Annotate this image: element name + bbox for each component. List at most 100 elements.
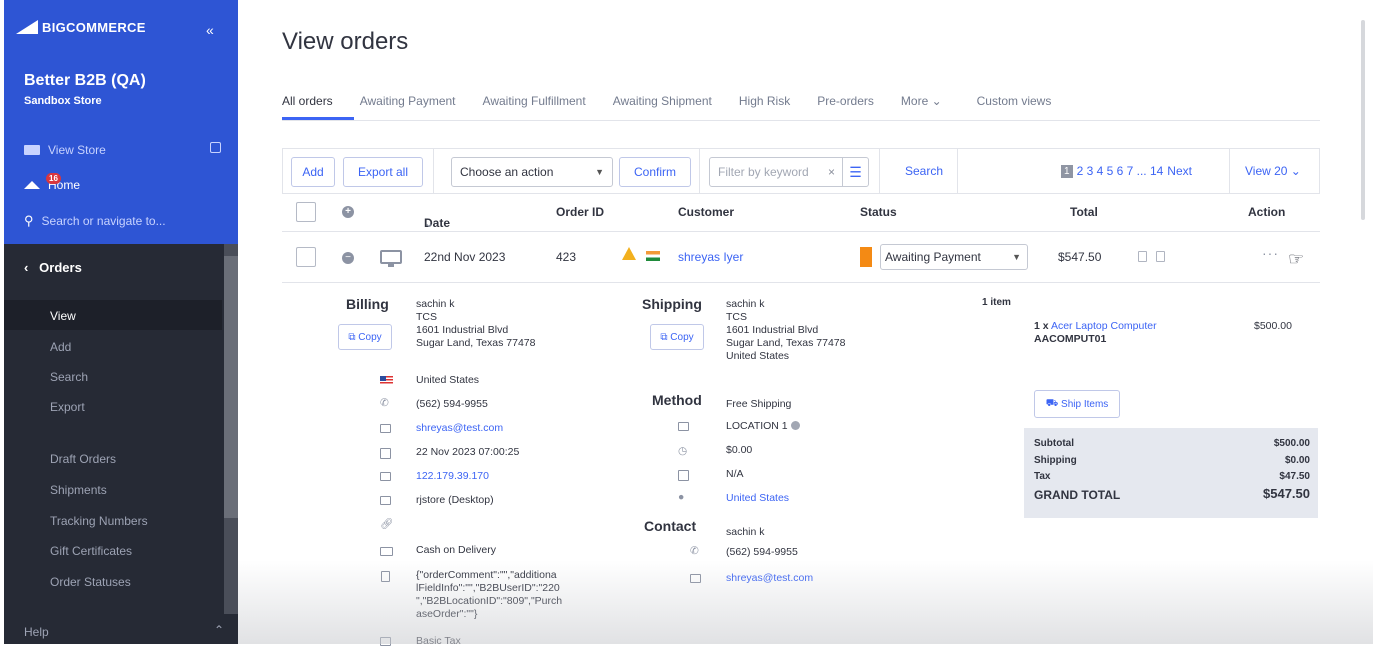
tab-pre-orders[interactable]: Pre-orders [817,94,874,108]
copy-billing-button[interactable]: ⧉ Copy [338,324,392,350]
pagination: 1 2 3 4 5 6 7 ... 14 Next [1061,164,1192,178]
notification-badge: 16 [46,173,61,184]
ship-items-label: Ship Items [1061,398,1109,410]
sidebar: BIGCOMMERCE « Better B2B (QA) Sandbox St… [4,0,238,644]
back-chevron-icon: ‹ [24,260,40,275]
contact-phone: (562) 594-9955 [726,546,798,558]
view-store-link[interactable]: View Store [24,143,106,157]
chevron-down-icon: ▼ [595,167,604,177]
order-meta-1: {"orderComment":"","additiona [416,569,557,581]
external-link-icon[interactable] [210,142,221,153]
bulk-action-select[interactable]: Choose an action ▼ [451,157,613,187]
page-title: View orders [282,28,409,55]
order-status-value: Awaiting Payment [885,250,981,264]
customer-link[interactable]: shreyas Iyer [678,250,743,264]
filter-icon[interactable]: ☰ [842,158,868,186]
help-link[interactable]: Help [24,625,49,639]
ip-monitor-icon [380,472,391,481]
customer-ip[interactable]: 122.179.39.170 [416,470,489,483]
clipboard-icon [381,571,390,582]
sidebar-item-draft-orders[interactable]: Draft Orders [50,452,116,466]
toolbar-divider [699,149,700,193]
sidebar-item-gift-certificates[interactable]: Gift Certificates [50,544,132,558]
order-meta-3: ","B2BLocationID":"809","Purch [416,595,563,607]
order-date: 22nd Nov 2023 [424,250,506,264]
calendar-icon [380,448,391,459]
billing-email[interactable]: shreyas@test.com [416,422,503,435]
bigcommerce-logo[interactable]: BIGCOMMERCE [16,20,146,35]
billing-city: Sugar Land, Texas 77478 [416,337,536,349]
confirm-button[interactable]: Confirm [619,157,691,187]
select-all-checkbox[interactable] [296,202,316,222]
global-search-input[interactable]: Search or navigate to... [42,214,166,228]
sidebar-item-shipments[interactable]: Shipments [50,483,107,497]
filter-keyword-input[interactable]: Filter by keyword × ☰ [709,157,869,187]
order-status-select[interactable]: Awaiting Payment ▼ [880,244,1028,270]
tab-all-orders[interactable]: All orders [282,94,333,108]
page-scrollbar[interactable] [1361,20,1365,220]
page-current[interactable]: 1 [1061,164,1073,178]
shipping-cost: $0.00 [726,444,753,456]
billing-title: Billing [346,296,389,312]
expand-all-icon[interactable]: + [342,206,354,218]
row-checkbox[interactable] [296,247,316,267]
logo-text: COMMERCE [66,20,146,35]
pointer-cursor-icon: ☞ [1288,249,1305,269]
shipping-company: TCS [726,311,747,323]
invoice-icon[interactable] [1138,251,1147,262]
grand-total-label: GRAND TOTAL [1034,488,1121,502]
india-flag-icon [646,251,660,261]
tab-custom-views[interactable]: Custom views [977,94,1052,108]
global-search[interactable]: ⚲ Search or navigate to... [24,213,166,229]
orders-toolbar: Add Export all Choose an action ▼ Confir… [282,148,1320,194]
location-icon [678,422,689,431]
info-icon[interactable] [790,421,800,430]
shipping-destination[interactable]: United States [726,492,789,505]
tab-awaiting-fulfillment[interactable]: Awaiting Fulfillment [483,94,586,108]
tab-high-risk[interactable]: High Risk [739,94,790,108]
shipping-value: $0.00 [1284,455,1310,466]
tab-more[interactable]: More ⌄ [901,94,942,108]
toolbar-divider [879,149,880,193]
add-button[interactable]: Add [291,157,335,187]
export-all-button[interactable]: Export all [343,157,423,187]
sidebar-item-add[interactable]: Add [50,340,71,354]
sidebar-item-order-statuses[interactable]: Order Statuses [50,575,131,589]
col-action: Action [1248,205,1286,219]
search-button[interactable]: Search [905,164,943,178]
sidebar-scrollbar-thumb[interactable] [224,256,238,518]
page-size-select[interactable]: View 20 ⌄ [1245,164,1301,178]
more-actions-icon[interactable]: ··· [1262,245,1279,261]
col-order-id[interactable]: Order ID [556,205,604,219]
calendar-icon [678,470,689,481]
table-row[interactable]: − 22nd Nov 2023 423 shreyas Iyer Awaitin… [282,233,1320,283]
logo-prefix: BIG [42,20,67,35]
sidebar-item-view[interactable]: View [50,309,76,323]
product-link[interactable]: Acer Laptop Computer [1051,320,1157,332]
home-link[interactable]: 16 Home [24,173,80,192]
sidebar-active-indicator [4,300,222,330]
sidebar-item-search[interactable]: Search [50,370,88,384]
truck-icon: ⛟ [1045,397,1062,409]
calendar-icon[interactable] [1156,251,1165,262]
order-detail-panel: Billing ⧉ Copy sachin k TCS 1601 Industr… [282,284,1320,647]
copy-shipping-button[interactable]: ⧉ Copy [650,324,704,350]
orders-section-header[interactable]: ‹ Orders [24,260,82,275]
store-name: Better B2B (QA) [24,72,146,89]
page-links[interactable]: 2 3 4 5 6 7 ... 14 [1077,164,1164,178]
tab-awaiting-payment[interactable]: Awaiting Payment [360,94,456,108]
logo-mark-icon [16,20,38,34]
chevron-up-icon[interactable]: ⌃ [214,623,224,637]
clear-filter-icon[interactable]: × [828,165,835,179]
contact-email[interactable]: shreyas@test.com [726,572,813,585]
sidebar-item-tracking-numbers[interactable]: Tracking Numbers [50,514,148,528]
collapse-row-icon[interactable]: − [342,252,354,264]
ship-items-button[interactable]: ⛟ Ship Items [1034,390,1120,418]
link-icon: 🔗︎ [380,518,394,530]
collapse-sidebar-icon[interactable]: « [206,22,214,38]
sidebar-item-export[interactable]: Export [50,400,85,414]
page-next[interactable]: Next [1167,164,1192,178]
tabs-divider [282,120,1320,121]
us-flag-icon [380,376,393,385]
tab-awaiting-shipment[interactable]: Awaiting Shipment [613,94,712,108]
